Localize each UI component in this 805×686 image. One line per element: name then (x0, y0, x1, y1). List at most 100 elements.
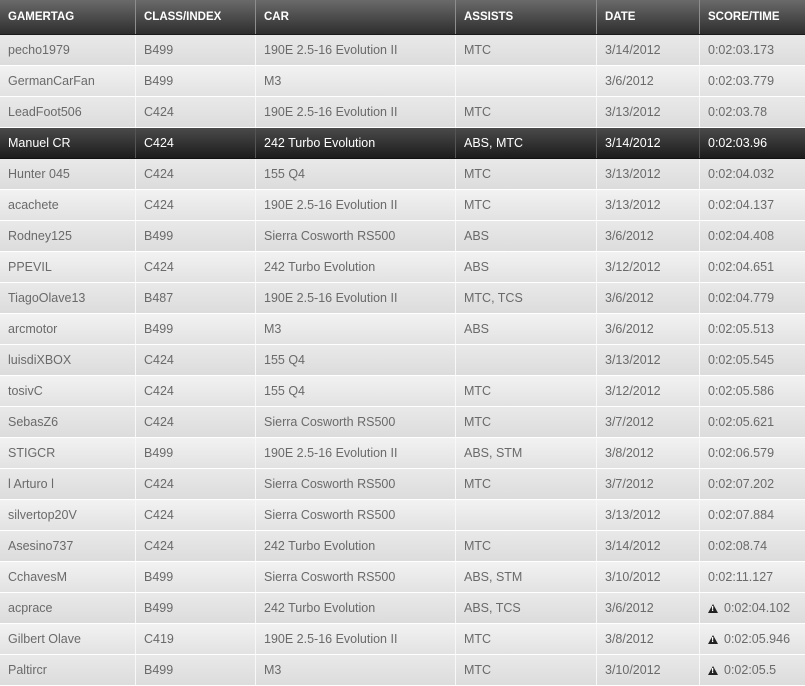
table-row[interactable]: Rodney125 B499 Sierra Cosworth RS500 ABS 3/6… (0, 221, 805, 252)
table-header: GAMERTAG CLASS/INDEX CAR ASSISTS DATE SC… (0, 0, 805, 35)
score-time-cell: 0:02:03.173 (708, 43, 775, 57)
car-cell: 155 Q4 (256, 345, 456, 375)
class-index-cell: B499 (136, 562, 256, 592)
date-cell: 3/14/2012 (597, 128, 700, 158)
table-row[interactable]: Gilbert Olave C419 190E 2.5-16 Evolution I… (0, 624, 805, 655)
assists-cell: MTC (456, 376, 597, 406)
gamertag-cell: acachete (0, 190, 136, 220)
score-time-cell: 0:02:04.651 (708, 260, 775, 274)
date-cell: 3/6/2012 (597, 283, 700, 313)
car-cell: 155 Q4 (256, 376, 456, 406)
assists-cell: ABS (456, 314, 597, 344)
date-cell: 3/13/2012 (597, 190, 700, 220)
assists-cell: ABS, MTC (456, 128, 597, 158)
score-time-cell: 0:02:05.5 (700, 655, 805, 685)
table-row[interactable]: SebasZ6 C424 Sierra Cosworth RS500 MTC 3/7/2… (0, 407, 805, 438)
table-row[interactable]: LeadFoot506 C424 190E 2.5-16 Evolution II M… (0, 97, 805, 128)
score-time-cell: 0:02:04.408 (708, 229, 775, 243)
table-row[interactable]: tosivC C424 155 Q4 MTC 3/12/2012 0:02:05.586 (0, 376, 805, 407)
date-cell: 3/7/2012 (597, 469, 700, 499)
table-row[interactable]: TiagoOlave13 B487 190E 2.5-16 Evolution II… (0, 283, 805, 314)
class-index-cell: C424 (136, 531, 256, 561)
score-time-cell: 0:02:11.127 (708, 570, 774, 584)
class-index-cell: B499 (136, 221, 256, 251)
class-index-cell: C424 (136, 97, 256, 127)
table-row[interactable]: acachete C424 190E 2.5-16 Evolution II MTC 3… (0, 190, 805, 221)
assists-cell: MTC (456, 407, 597, 437)
class-index-cell: B499 (136, 314, 256, 344)
gamertag-cell: TiagoOlave13 (0, 283, 136, 313)
table-row[interactable]: STIGCR B499 190E 2.5-16 Evolution II ABS, S… (0, 438, 805, 469)
gamertag-cell: Paltircr (0, 655, 136, 685)
score-time-cell: 0:02:04.102 (700, 593, 805, 623)
column-header-date[interactable]: DATE (597, 0, 700, 34)
score-time-cell: 0:02:05.946 (700, 624, 805, 654)
gamertag-cell: Asesino737 (0, 531, 136, 561)
class-index-cell: C424 (136, 252, 256, 282)
assists-cell: MTC (456, 624, 597, 654)
score-time-cell: 0:02:05.545 (708, 353, 775, 367)
column-header-assists[interactable]: ASSISTS (456, 0, 597, 34)
date-cell: 3/6/2012 (597, 314, 700, 344)
date-cell: 3/6/2012 (597, 66, 700, 96)
table-row[interactable]: CchavesM B499 Sierra Cosworth RS500 ABS, ST… (0, 562, 805, 593)
class-index-cell: B499 (136, 438, 256, 468)
date-cell: 3/6/2012 (597, 221, 700, 251)
score-time-value: 0:02:04.102 (724, 601, 791, 615)
class-index-cell: C424 (136, 407, 256, 437)
table-row[interactable]: pecho1979 B499 190E 2.5-16 Evolution II MTC… (0, 35, 805, 66)
table-row[interactable]: l Arturo l C424 Sierra Cosworth RS500 MTC 3/… (0, 469, 805, 500)
column-header-car[interactable]: CAR (256, 0, 456, 34)
car-cell: 242 Turbo Evolution (256, 531, 456, 561)
date-cell: 3/6/2012 (597, 593, 700, 623)
assists-cell: ABS, STM (456, 438, 597, 468)
table-row[interactable]: silvertop20V C424 Sierra Cosworth RS500 3/1… (0, 500, 805, 531)
gamertag-cell: silvertop20V (0, 500, 136, 530)
class-index-cell: B487 (136, 283, 256, 313)
assists-cell: MTC (456, 35, 597, 65)
score-time-cell: 0:02:03.78 (708, 105, 768, 119)
gamertag-cell: arcmotor (0, 314, 136, 344)
gamertag-cell: STIGCR (0, 438, 136, 468)
table-row[interactable]: luisdiXBOX C424 155 Q4 3/13/2012 0:02:05.545 (0, 345, 805, 376)
date-cell: 3/7/2012 (597, 407, 700, 437)
gamertag-cell: Hunter 045 (0, 159, 136, 189)
assists-cell: MTC (456, 531, 597, 561)
car-cell: Sierra Cosworth RS500 (256, 500, 456, 530)
assists-cell (456, 500, 597, 530)
table-row[interactable]: Hunter 045 C424 155 Q4 MTC 3/13/2012 0:02:04.… (0, 159, 805, 190)
assists-cell: MTC (456, 97, 597, 127)
table-row[interactable]: GermanCarFan B499 M3 3/6/2012 0:02:03.779 (0, 66, 805, 97)
column-header-class-index[interactable]: CLASS/INDEX (136, 0, 256, 34)
assists-cell: ABS, TCS (456, 593, 597, 623)
table-row[interactable]: PPEVIL C424 242 Turbo Evolution ABS 3/12/201… (0, 252, 805, 283)
car-cell: M3 (256, 314, 456, 344)
class-index-cell: B499 (136, 35, 256, 65)
gamertag-cell: l Arturo l (0, 469, 136, 499)
column-header-score-time[interactable]: SCORE/TIME (700, 0, 805, 34)
score-time-cell: 0:02:04.032 (708, 167, 775, 181)
table-row[interactable]: PaltircrB499M3MTC3/10/2012 0:02:05.5 (0, 655, 805, 686)
score-time-cell: 0:02:04.779 (708, 291, 775, 305)
assists-cell: ABS (456, 221, 597, 251)
column-header-gamertag[interactable]: GAMERTAG (0, 0, 136, 34)
gamertag-cell: tosivC (0, 376, 136, 406)
car-cell: Sierra Cosworth RS500 (256, 407, 456, 437)
date-cell: 3/12/2012 (597, 376, 700, 406)
assists-cell (456, 66, 597, 96)
table-row[interactable]: Asesino737 C424 242 Turbo Evolution MTC 3/14… (0, 531, 805, 562)
score-time-cell: 0:02:05.586 (708, 384, 775, 398)
score-time-cell: 0:02:03.96 (708, 136, 768, 150)
assists-cell: ABS, STM (456, 562, 597, 592)
table-row[interactable]: arcmotor B499 M3 ABS 3/6/2012 0:02:05.513 (0, 314, 805, 345)
table-row[interactable]: Manuel CR C424 242 Turbo Evolution ABS, MTC… (0, 128, 805, 159)
score-time-cell: 0:02:04.137 (708, 198, 775, 212)
gamertag-cell: PPEVIL (0, 252, 136, 282)
gamertag-cell: CchavesM (0, 562, 136, 592)
class-index-cell: B499 (136, 593, 256, 623)
class-index-cell: B499 (136, 655, 256, 685)
date-cell: 3/14/2012 (597, 35, 700, 65)
class-index-cell: C424 (136, 500, 256, 530)
table-row[interactable]: acprace B499 242 Turbo Evolution ABS, TCS 3/… (0, 593, 805, 624)
class-index-cell: C424 (136, 159, 256, 189)
